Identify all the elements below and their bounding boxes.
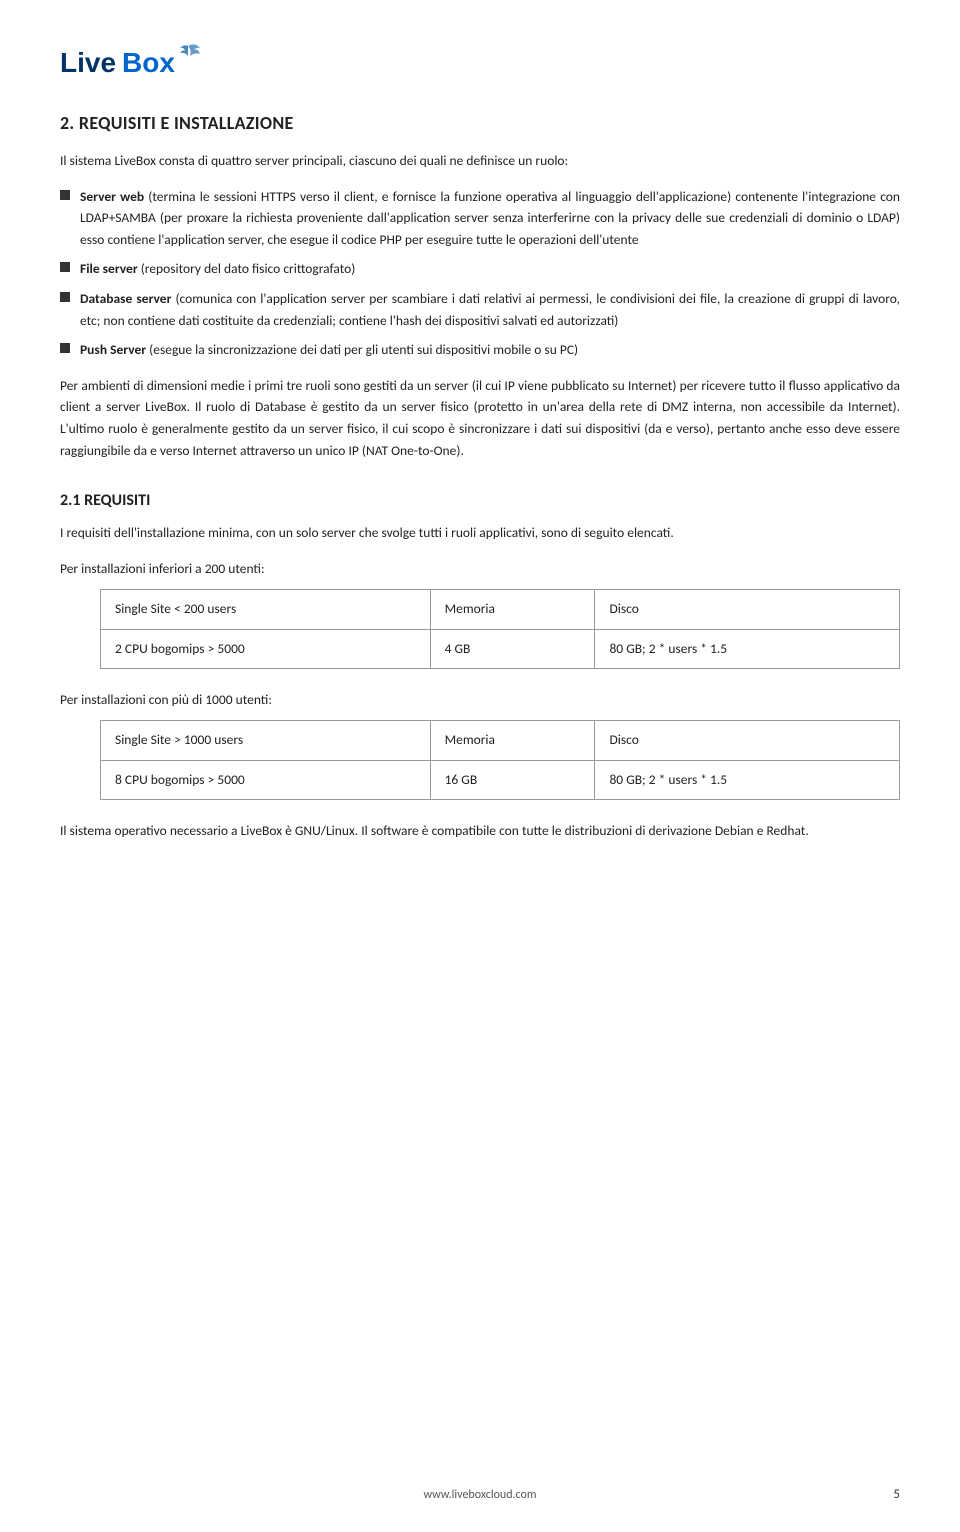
- table-row: 2 CPU bogomips > 5000 4 GB 80 GB; 2 * us…: [101, 629, 900, 668]
- table-cell: 4 GB: [430, 629, 595, 668]
- table-cell: 80 GB; 2 * users * 1.5: [595, 629, 900, 668]
- livebox-logo-svg: Live Box: [60, 40, 200, 82]
- table-row: Single Site > 1000 users Memoria Disco: [101, 721, 900, 760]
- footer-page-number: 5: [893, 1487, 900, 1502]
- closing-para: Il sistema operativo necessario a LiveBo…: [60, 820, 900, 842]
- table-cell: Single Site > 1000 users: [101, 721, 431, 760]
- section-2-heading: 2. REQUISITI E INSTALLAZIONE: [60, 112, 900, 134]
- footer: www.liveboxcloud.com: [0, 1488, 960, 1502]
- table1-label: Per installazioni inferiori a 200 utenti…: [60, 558, 900, 580]
- list-item: Push Server (esegue la sincronizzazione …: [60, 339, 900, 361]
- bullet-icon: [60, 292, 70, 302]
- subsection-2-1-heading: 2.1 REQUISITI: [60, 491, 900, 510]
- term-server-web: Server web: [80, 188, 144, 205]
- term-database-server: Database server: [80, 290, 171, 307]
- text-server-web: (termina le sessioni HTTPS verso il clie…: [80, 188, 900, 248]
- list-item: File server (repository del dato fisico …: [60, 258, 900, 280]
- table-cell: Memoria: [430, 590, 595, 629]
- svg-text:Live: Live: [60, 47, 116, 78]
- bullet-list: Server web (termina le sessioni HTTPS ve…: [60, 186, 900, 361]
- table-1000-users: Single Site > 1000 users Memoria Disco 8…: [100, 720, 900, 800]
- table-200-users: Single Site < 200 users Memoria Disco 2 …: [100, 589, 900, 669]
- list-item: Database server (comunica con l'applicat…: [60, 288, 900, 331]
- table2-label: Per installazioni con più di 1000 utenti…: [60, 689, 900, 711]
- text-push-server: (esegue la sincronizzazione dei dati per…: [149, 341, 578, 358]
- table-row: 8 CPU bogomips > 5000 16 GB 80 GB; 2 * u…: [101, 760, 900, 799]
- para-1: Per ambienti di dimensioni medie i primi…: [60, 375, 900, 461]
- text-file-server: (repository del dato fisico crittografat…: [141, 260, 356, 277]
- bullet-icon: [60, 190, 70, 200]
- page-container: Live Box 2. REQUISITI E INSTALLAZIONE Il…: [0, 0, 960, 1532]
- term-file-server: File server: [80, 260, 138, 277]
- section-2-intro: Il sistema LiveBox consta di quattro ser…: [60, 150, 900, 172]
- bullet-icon: [60, 262, 70, 272]
- table-cell: Single Site < 200 users: [101, 590, 431, 629]
- logo: Live Box: [60, 40, 200, 82]
- table-cell: Disco: [595, 590, 900, 629]
- text-database-server: (comunica con l'application server per s…: [80, 290, 900, 329]
- bullet-icon: [60, 343, 70, 353]
- table-cell: 2 CPU bogomips > 5000: [101, 629, 431, 668]
- table-cell: 8 CPU bogomips > 5000: [101, 760, 431, 799]
- header: Live Box: [60, 40, 900, 82]
- table-cell: 16 GB: [430, 760, 595, 799]
- footer-url: www.liveboxcloud.com: [424, 1488, 537, 1502]
- table-cell: Disco: [595, 721, 900, 760]
- list-item: Server web (termina le sessioni HTTPS ve…: [60, 186, 900, 251]
- table-cell: 80 GB; 2 * users * 1.5: [595, 760, 900, 799]
- table-cell: Memoria: [430, 721, 595, 760]
- svg-text:Box: Box: [122, 47, 175, 78]
- subsection-intro: I requisiti dell'installazione minima, c…: [60, 522, 900, 544]
- term-push-server: Push Server: [80, 341, 146, 358]
- table-row: Single Site < 200 users Memoria Disco: [101, 590, 900, 629]
